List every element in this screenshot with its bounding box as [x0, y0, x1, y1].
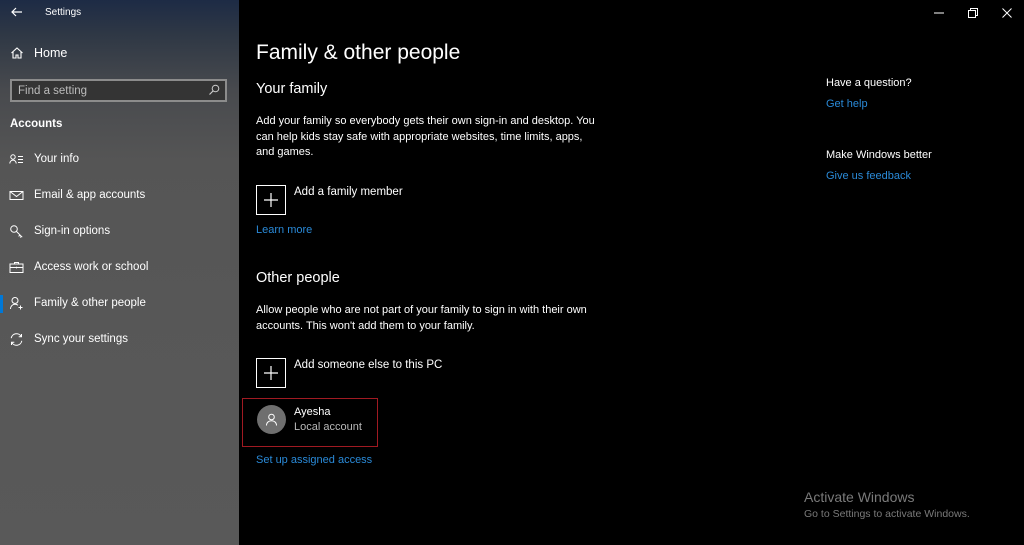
key-icon	[10, 224, 23, 238]
user-name: Ayesha	[294, 406, 331, 418]
add-someone-else-label: Add someone else to this PC	[294, 359, 443, 371]
avatar	[257, 405, 286, 434]
person-icon	[266, 413, 277, 426]
other-people-description: Allow people who are not part of your fa…	[256, 304, 587, 332]
title-bar: Settings	[0, 0, 239, 26]
window-controls	[922, 0, 1024, 26]
plus-icon	[264, 366, 278, 380]
make-windows-better-heading: Make Windows better	[826, 149, 932, 161]
your-family-description: Add your family so everybody gets their …	[256, 115, 595, 158]
section-title: Accounts	[10, 118, 63, 130]
activate-windows-title: Activate Windows	[804, 489, 915, 505]
sidebar-item-access-work-or-school[interactable]: Access work or school	[0, 249, 239, 285]
your-family-heading: Your family	[256, 81, 328, 97]
search-input[interactable]	[18, 82, 198, 100]
user-account-item[interactable]: Ayesha Local account	[242, 398, 378, 447]
sync-icon	[10, 332, 23, 346]
sidebar-item-label: Email & app accounts	[34, 189, 146, 201]
home-nav-item[interactable]: Home	[10, 46, 67, 60]
minimize-button[interactable]	[922, 0, 956, 26]
sidebar-item-label: Sign-in options	[34, 225, 111, 237]
activate-windows-subtitle: Go to Settings to activate Windows.	[804, 508, 970, 520]
sidebar-item-label: Sync your settings	[34, 333, 128, 345]
learn-more-link[interactable]: Learn more	[256, 224, 312, 236]
search-icon[interactable]	[208, 84, 220, 96]
give-feedback-link[interactable]: Give us feedback	[826, 170, 911, 182]
sidebar-item-family-other-people[interactable]: Family & other people	[0, 285, 239, 321]
set-up-assigned-access-link[interactable]: Set up assigned access	[256, 454, 372, 466]
close-button[interactable]	[990, 0, 1024, 26]
sidebar: Settings Home Accounts Your info Email &…	[0, 0, 239, 545]
plus-box	[256, 358, 286, 388]
home-icon	[11, 47, 23, 59]
person-list-icon	[9, 153, 23, 164]
sidebar-item-label: Your info	[34, 153, 79, 165]
restore-icon	[968, 8, 978, 18]
back-arrow-icon	[11, 7, 22, 17]
other-people-heading: Other people	[256, 270, 340, 286]
user-account-type: Local account	[294, 421, 362, 433]
plus-box	[256, 185, 286, 215]
add-family-member-label: Add a family member	[294, 186, 403, 198]
close-icon	[1002, 8, 1012, 18]
sidebar-item-email-app-accounts[interactable]: Email & app accounts	[0, 177, 239, 213]
sidebar-item-sign-in-options[interactable]: Sign-in options	[0, 213, 239, 249]
person-add-icon	[10, 296, 23, 309]
main-content: Family & other people Your family Add yo…	[239, 0, 1024, 545]
briefcase-icon	[9, 261, 24, 273]
add-family-member-button[interactable]: Add a family member	[256, 185, 403, 215]
sidebar-item-sync-your-settings[interactable]: Sync your settings	[0, 321, 239, 357]
search-box[interactable]	[10, 79, 227, 102]
restore-button[interactable]	[956, 0, 990, 26]
page-title: Family & other people	[256, 41, 461, 64]
mail-icon	[9, 190, 24, 200]
have-a-question-heading: Have a question?	[826, 77, 912, 89]
app-title: Settings	[45, 7, 82, 18]
sidebar-nav: Your info Email & app accounts Sign-in o…	[0, 141, 239, 357]
add-someone-else-button[interactable]: Add someone else to this PC	[256, 358, 442, 388]
minimize-icon	[934, 12, 944, 14]
sidebar-item-your-info[interactable]: Your info	[0, 141, 239, 177]
back-button[interactable]	[8, 3, 26, 21]
home-label: Home	[34, 46, 68, 60]
sidebar-item-label: Access work or school	[34, 261, 149, 273]
sidebar-item-label: Family & other people	[34, 297, 146, 309]
plus-icon	[264, 193, 278, 207]
get-help-link[interactable]: Get help	[826, 98, 868, 110]
